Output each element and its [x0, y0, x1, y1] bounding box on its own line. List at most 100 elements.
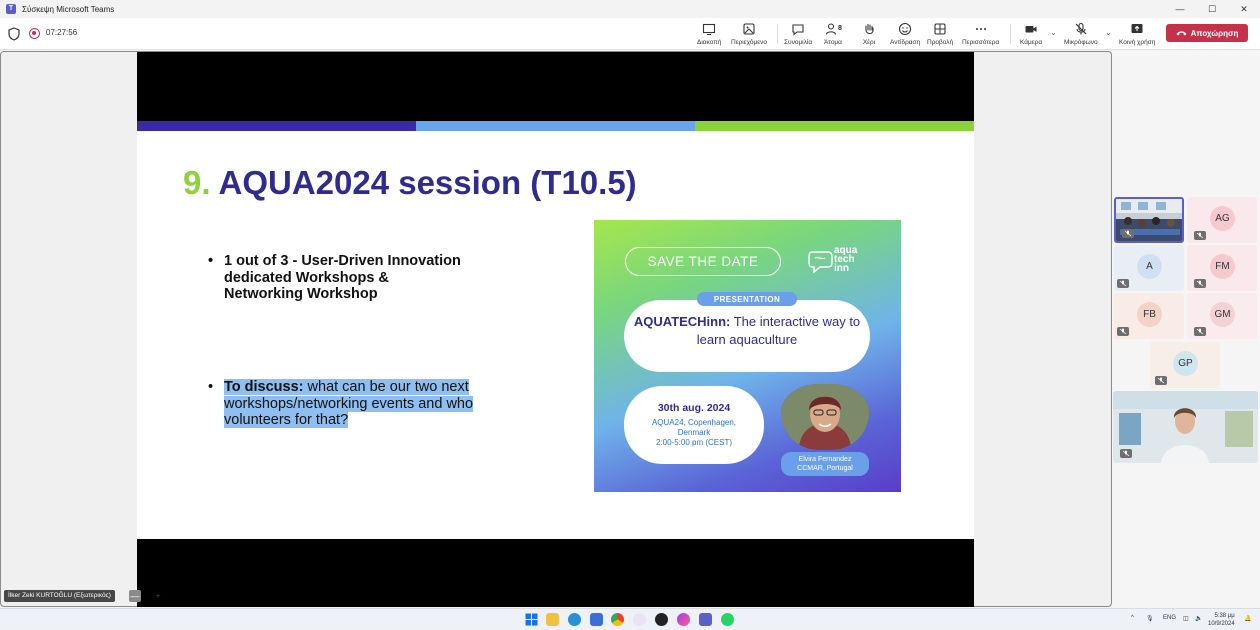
messenger-icon[interactable] [677, 613, 690, 626]
people-count: 8 [838, 24, 842, 32]
avatar: FM [1210, 254, 1235, 279]
content-button[interactable]: Περιεχόμενο [731, 20, 767, 48]
screen-icon [703, 23, 716, 36]
participant-tile-video-room[interactable] [1114, 197, 1184, 243]
self-video [1113, 391, 1258, 463]
muted-mic-icon [1194, 231, 1206, 240]
system-clock[interactable]: 5:38 μμ 10/9/2024 [1208, 612, 1235, 628]
shared-slide: 9. AQUA2024 session (T10.5) • 1 out of 3… [137, 52, 974, 607]
slide-stripe-lightblue [416, 121, 695, 131]
phone-icon [1176, 31, 1187, 36]
muted-mic-icon [1120, 449, 1132, 458]
store-icon[interactable] [590, 613, 603, 626]
participant-tile-fb[interactable]: FB [1114, 293, 1184, 339]
photos-icon[interactable] [633, 613, 646, 626]
people-button[interactable]: 8 Άτομα [824, 20, 842, 48]
edge-icon[interactable] [568, 613, 581, 626]
whatsapp-icon[interactable] [721, 613, 734, 626]
title-bar: T Σύσκεψη Microsoft Teams — ☐ ✕ [0, 0, 1260, 18]
slide-letterbox-bottom [137, 539, 974, 607]
participant-tile-gm[interactable]: GM [1187, 293, 1257, 339]
self-video-tile[interactable] [1113, 391, 1258, 463]
avatar: GM [1210, 302, 1235, 327]
recording-icon [29, 28, 40, 39]
windows-taskbar: ^ 🎙 ENG ◫ 🔈 5:38 μμ 10/9/2024 🔔 [0, 608, 1260, 630]
window-title: Σύσκεψη Microsoft Teams [22, 4, 115, 14]
more-button[interactable]: Περισσότερα [962, 20, 999, 48]
notification-bell-icon[interactable]: 🔔 [1244, 615, 1251, 622]
muted-mic-icon [1155, 376, 1167, 385]
close-icon[interactable]: ✕ [1228, 0, 1260, 18]
minimize-icon[interactable]: — [1164, 0, 1196, 18]
maximize-icon[interactable]: ☐ [1196, 0, 1228, 18]
muted-mic-icon [1117, 327, 1129, 336]
mic-button[interactable]: Μικρόφωνο [1064, 20, 1098, 48]
start-icon[interactable] [525, 613, 538, 626]
meeting-timer: 07:27:56 [46, 28, 78, 37]
participant-tile-gp[interactable]: GP [1150, 342, 1220, 388]
slide-title: 9. AQUA2024 session (T10.5) [183, 164, 637, 202]
chrome-icon[interactable] [611, 613, 624, 626]
bullet-discuss: • To discuss: what can be our two next w… [208, 379, 474, 428]
shield-icon[interactable] [8, 27, 20, 41]
slide-stripe-blue [137, 121, 416, 131]
bullet-workshops: • 1 out of 3 - User-Driven Innovation de… [208, 253, 461, 302]
participant-tile-a[interactable]: A [1114, 245, 1184, 291]
share-button[interactable]: Κοινή χρήση [1119, 20, 1155, 48]
muted-mic-icon [1194, 327, 1206, 336]
grid-icon [934, 23, 946, 35]
presentation-label: PRESENTATION [697, 292, 797, 306]
save-the-date-pill: SAVE THE DATE [625, 247, 781, 276]
network-icon[interactable]: ◫ [1183, 615, 1189, 622]
camera-icon [1025, 26, 1037, 33]
event-date-box: 30th aug. 2024 AQUA24, Copenhagen, Denma… [624, 386, 764, 464]
toolbar-divider [777, 24, 778, 44]
leave-button[interactable]: Αποχώρηση [1166, 24, 1248, 42]
app-icon[interactable] [655, 613, 668, 626]
speaker-name-pill: Elvira Fernandez CCMAR, Portugal [781, 452, 869, 476]
meeting-toolbar: 07:27:56 Διακοπή Περιεχόμενο Συνομιλία 8… [0, 18, 1260, 50]
teams-taskbar-icon[interactable] [699, 613, 712, 626]
mic-options-chevron-icon[interactable]: ⌄ [1105, 28, 1112, 37]
muted-mic-icon [1117, 279, 1129, 288]
chat-bubble-icon [808, 251, 833, 274]
avatar: A [1137, 254, 1162, 279]
zoom-out-button[interactable]: — [129, 590, 141, 602]
tray-mic-icon[interactable]: 🎙 [1146, 615, 1154, 622]
file-explorer-icon[interactable] [546, 613, 559, 626]
slide-title-text: AQUA2024 session (T10.5) [218, 164, 637, 201]
toolbar-divider [1010, 24, 1011, 44]
chat-icon [792, 24, 804, 36]
avatar: AG [1210, 206, 1235, 231]
emoji-icon [899, 22, 912, 36]
camera-button[interactable]: Κάμερα [1020, 20, 1042, 48]
slide-stripe-green [695, 121, 974, 131]
volume-icon[interactable]: 🔈 [1195, 615, 1202, 622]
avatar: GP [1173, 351, 1198, 376]
zoom-in-button[interactable]: + [152, 590, 164, 602]
tray-chevron-icon[interactable]: ^ [1131, 615, 1134, 621]
language-indicator[interactable]: ENG [1163, 615, 1176, 621]
content-icon [743, 23, 755, 35]
raise-hand-button[interactable]: Χέρι [862, 20, 876, 48]
teams-icon: T [6, 4, 16, 14]
chat-button[interactable]: Συνομιλία [784, 20, 812, 48]
presentation-title-box: AQUATECHinn: The interactive way to lear… [624, 300, 870, 372]
react-button[interactable]: Αντίδραση [890, 20, 920, 48]
muted-mic-icon [1122, 229, 1134, 238]
participant-tile-ag[interactable]: AG [1187, 197, 1257, 243]
people-icon [825, 23, 837, 35]
stop-view-button[interactable]: Διακοπή [697, 20, 721, 48]
share-icon [1131, 24, 1143, 33]
muted-mic-icon [1194, 279, 1206, 288]
event-poster: SAVE THE DATE aqua tech inn PRESENTATION… [594, 220, 901, 492]
speaker-photo [781, 384, 869, 450]
slide-letterbox-top [137, 52, 974, 121]
participant-tile-fm[interactable]: FM [1187, 245, 1257, 291]
camera-options-chevron-icon[interactable]: ⌄ [1050, 28, 1057, 37]
hand-icon [865, 23, 874, 35]
mic-off-icon [1075, 22, 1087, 35]
layout-button[interactable]: Προβολή [927, 20, 953, 48]
window-controls: — ☐ ✕ [1164, 0, 1260, 18]
avatar: FB [1137, 302, 1162, 327]
